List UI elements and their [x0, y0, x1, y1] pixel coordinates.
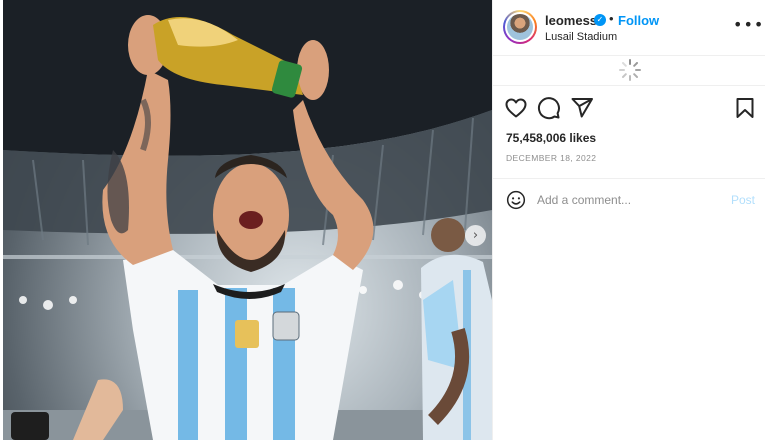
post-photo[interactable]: › — [3, 0, 492, 440]
location-link[interactable]: Lusail Stadium — [545, 31, 617, 43]
comment-icon[interactable] — [537, 96, 561, 120]
verified-badge-icon: ✓ — [594, 14, 606, 26]
username-link[interactable]: leomessi — [545, 13, 601, 28]
comment-bar: Post — [493, 178, 765, 220]
spinner-icon — [619, 59, 641, 81]
separator-dot: • — [609, 11, 614, 26]
comments-area — [493, 56, 765, 86]
action-bar — [493, 92, 765, 124]
post-header: leomessi ✓ • Follow Lusail Stadium ••• — [493, 0, 765, 56]
carousel-next-button[interactable]: › — [465, 225, 486, 246]
avatar-image — [507, 14, 533, 40]
bookmark-icon[interactable] — [733, 96, 757, 120]
post-date: DECEMBER 18, 2022 — [506, 153, 597, 163]
more-options-icon[interactable]: ••• — [733, 14, 763, 36]
comment-input[interactable] — [537, 189, 717, 211]
post-comment-button[interactable]: Post — [731, 193, 755, 207]
heart-icon[interactable] — [504, 96, 528, 120]
follow-button[interactable]: Follow — [618, 13, 659, 28]
avatar[interactable] — [503, 10, 537, 44]
emoji-icon[interactable] — [506, 190, 526, 210]
post-sidebar: leomessi ✓ • Follow Lusail Stadium ••• 7… — [492, 0, 765, 440]
photo-illustration — [3, 0, 492, 440]
like-count[interactable]: 75,458,006 likes — [506, 131, 596, 145]
paper-plane-icon[interactable] — [570, 96, 594, 120]
